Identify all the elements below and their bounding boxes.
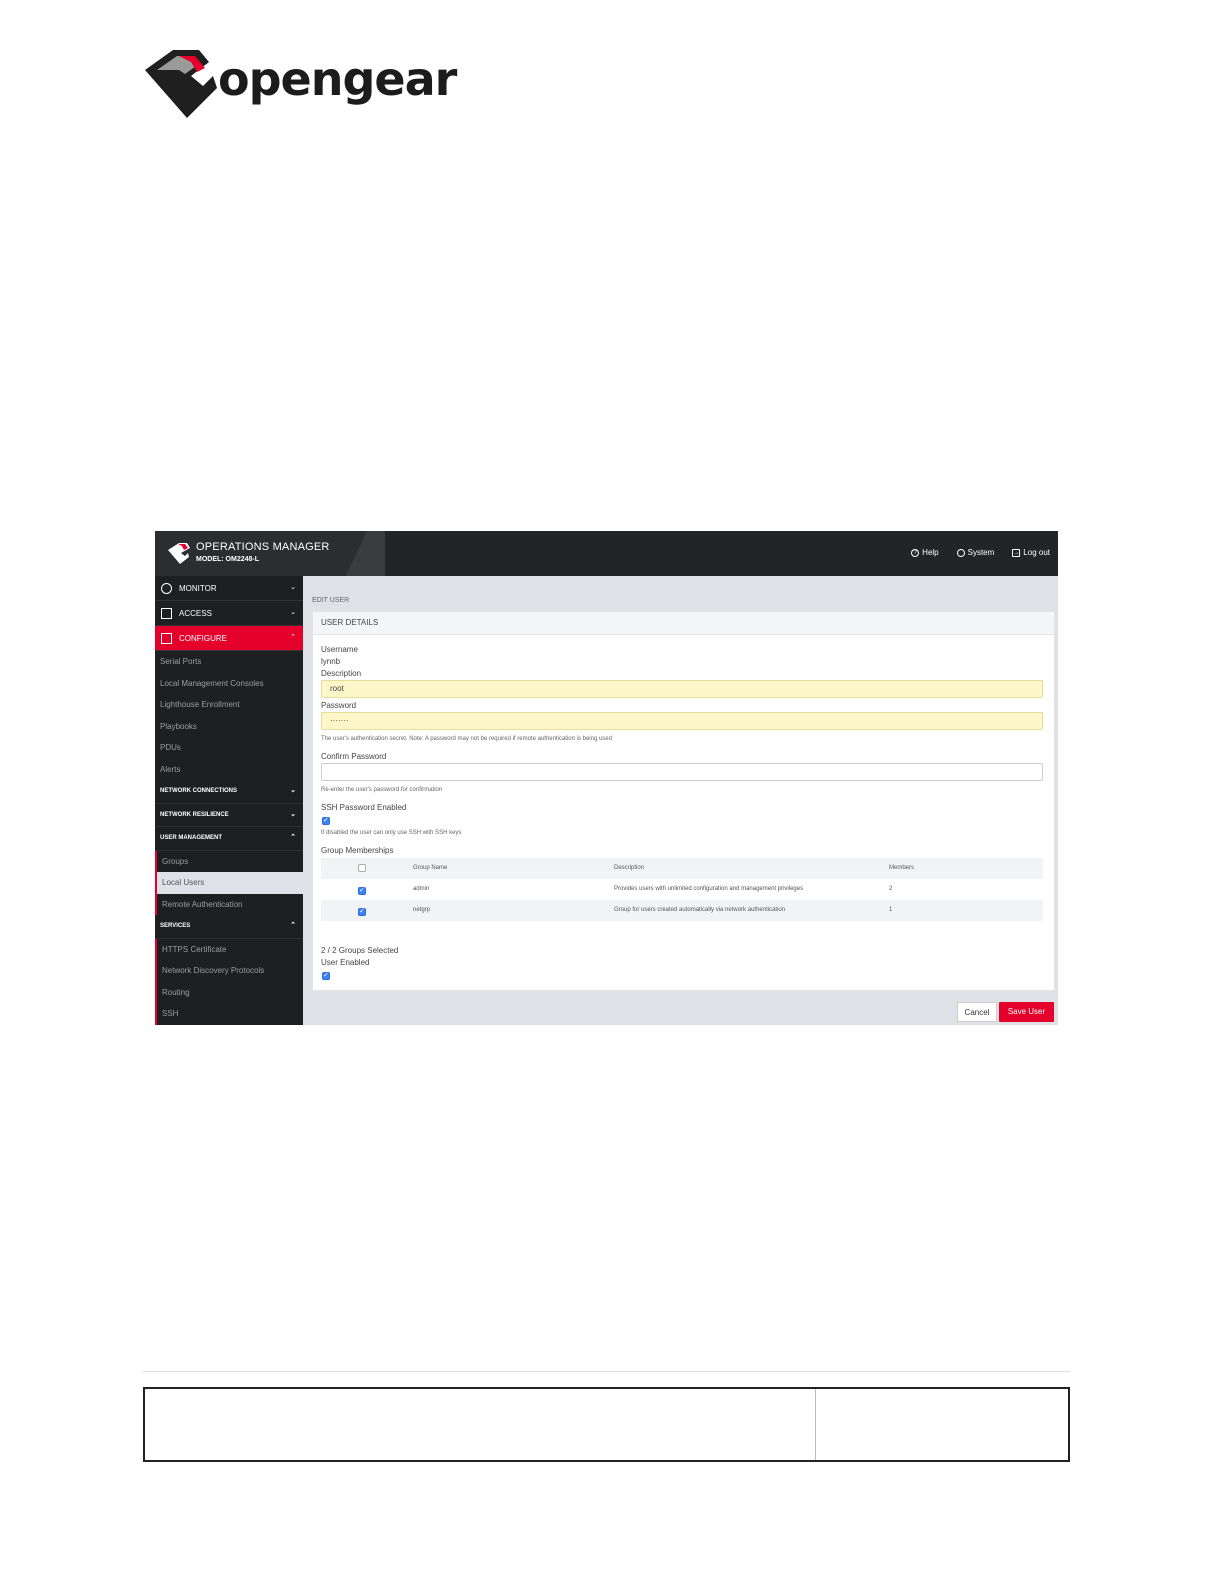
- logo-wordmark: opengear: [218, 52, 457, 106]
- section-label: USER MANAGEMENT: [160, 835, 223, 841]
- system-link[interactable]: System: [956, 548, 995, 557]
- sidebar-label: CONFIGURE: [179, 633, 227, 643]
- app-title: OPERATIONS MANAGER: [196, 541, 330, 553]
- sidebar-item-local-users[interactable]: Local Users: [155, 872, 303, 894]
- power-icon: [956, 548, 965, 557]
- sidebar-section-services[interactable]: SERVICES ⌃: [155, 915, 303, 939]
- username-label: Username: [321, 645, 358, 654]
- sidebar-item-configure[interactable]: CONFIGURE ⌃: [155, 626, 303, 651]
- sidebar-item-local-management-consoles[interactable]: Local Management Consoles: [155, 673, 303, 695]
- section-label: NETWORK RESILIENCE: [160, 811, 229, 818]
- user-details-panel: USER DETAILS Username lynnb Description …: [312, 611, 1055, 991]
- chevron-up-icon: ⌃: [290, 634, 296, 641]
- sidebar-label: ACCESS: [179, 608, 212, 618]
- ssh-password-checkbox[interactable]: [322, 817, 330, 825]
- group-name: netgrp: [413, 907, 431, 913]
- user-enabled-label: User Enabled: [321, 958, 370, 967]
- top-bar: OPERATIONS MANAGER MODEL: OM2248-L ? Hel…: [155, 531, 1058, 576]
- table-header-row: Group Name Description Members: [321, 858, 1043, 879]
- select-all-checkbox[interactable]: [358, 864, 366, 872]
- group-description: Provides users with unlimited configurat…: [614, 886, 804, 892]
- sidebar-item-lighthouse-enrollment[interactable]: Lighthouse Enrollment: [155, 694, 303, 716]
- sidebar-item-https-certificate[interactable]: HTTPS Certificate: [155, 938, 303, 960]
- chevron-down-icon: ⌄: [290, 787, 296, 794]
- sidebar-item-playbooks[interactable]: Playbooks: [155, 716, 303, 738]
- logout-label: Log out: [1023, 548, 1050, 557]
- sidebar-section-user-management[interactable]: USER MANAGEMENT ⌃: [155, 827, 303, 851]
- help-link[interactable]: ? Help: [911, 548, 939, 557]
- sidebar-item-access[interactable]: ACCESS ⌄: [155, 601, 303, 626]
- description-label: Description: [321, 669, 362, 678]
- column-header-members: Members: [889, 865, 915, 871]
- help-label: Help: [922, 548, 939, 557]
- ssh-password-hint: If disabled the user can only use SSH wi…: [321, 830, 462, 836]
- sidebar-item-groups[interactable]: Groups: [155, 850, 303, 872]
- sidebar-section-network-connections[interactable]: NETWORK CONNECTIONS ⌄: [155, 780, 303, 804]
- chevron-down-icon: ⌄: [290, 609, 296, 616]
- monitor-icon: [161, 632, 172, 644]
- group-description: Group for users created automatically vi…: [614, 907, 786, 913]
- footer-divider: [815, 1389, 816, 1460]
- gauge-icon: [161, 582, 172, 594]
- sidebar-item-routing[interactable]: Routing: [155, 981, 303, 1003]
- group-memberships-label: Group Memberships: [321, 846, 394, 855]
- sidebar-item-pdus[interactable]: PDUs: [155, 737, 303, 759]
- chevron-up-icon: ⌃: [290, 922, 296, 929]
- logout-link[interactable]: → Log out: [1012, 548, 1050, 557]
- breadcrumb: EDIT USER: [312, 597, 350, 604]
- group-members: 1: [889, 907, 893, 913]
- sidebar-item-monitor[interactable]: MONITOR ⌄: [155, 576, 303, 601]
- save-user-button[interactable]: Save User: [999, 1002, 1054, 1022]
- group-memberships-table: Group Name Description Members admin Pro…: [321, 858, 1043, 921]
- sidebar-item-remote-authentication[interactable]: Remote Authentication: [155, 893, 303, 915]
- password-label: Password: [321, 701, 357, 710]
- sidebar-label: MONITOR: [179, 583, 217, 593]
- groups-selected-count: 2 / 2 Groups Selected: [321, 946, 399, 955]
- column-header-description: Description: [614, 865, 645, 871]
- sidebar-item-serial-ports[interactable]: Serial Ports: [155, 651, 303, 673]
- group-checkbox-netgrp[interactable]: [358, 908, 366, 916]
- column-header-group-name: Group Name: [413, 865, 448, 871]
- username-value: lynnb: [321, 657, 341, 666]
- confirm-password-hint: Re-enter the user's password for confirm…: [321, 787, 443, 793]
- chevron-down-icon: ⌄: [290, 584, 296, 591]
- table-row[interactable]: netgrp Group for users created automatic…: [321, 900, 1043, 921]
- password-field[interactable]: ·······: [321, 712, 1043, 730]
- sidebar: MONITOR ⌄ ACCESS ⌄ CONFIGURE ⌃ Serial Po…: [155, 576, 303, 1025]
- ssh-password-label: SSH Password Enabled: [321, 803, 407, 812]
- cancel-button[interactable]: Cancel: [957, 1002, 997, 1022]
- group-members: 2: [889, 886, 893, 892]
- model-label: MODEL: OM2248-L: [196, 556, 260, 563]
- description-field[interactable]: root: [321, 680, 1043, 698]
- logout-icon: →: [1012, 548, 1021, 557]
- group-name: admin: [413, 886, 430, 892]
- user-enabled-checkbox[interactable]: [322, 972, 330, 980]
- group-checkbox-admin[interactable]: [358, 887, 366, 895]
- panel-title: USER DETAILS: [313, 612, 1054, 635]
- section-label: SERVICES: [160, 923, 191, 929]
- footer-box: [143, 1387, 1070, 1462]
- sidebar-item-network-discovery-protocols[interactable]: Network Discovery Protocols: [155, 960, 303, 982]
- sidebar-item-alerts[interactable]: Alerts: [155, 759, 303, 781]
- password-hint: The user's authentication secret. Note: …: [321, 736, 612, 742]
- system-label: System: [967, 548, 995, 557]
- operations-manager-screenshot: OPERATIONS MANAGER MODEL: OM2248-L ? Hel…: [155, 531, 1058, 1025]
- header-links: ? Help System → Log out: [911, 548, 1050, 557]
- confirm-password-label: Confirm Password: [321, 752, 387, 761]
- chevron-down-icon: ⌄: [290, 810, 296, 818]
- app-logo-icon: [168, 543, 190, 564]
- section-label: NETWORK CONNECTIONS: [160, 788, 237, 794]
- confirm-password-field[interactable]: [321, 763, 1043, 781]
- door-icon: [161, 607, 172, 619]
- sidebar-item-ssh[interactable]: SSH: [155, 1003, 303, 1025]
- sidebar-section-network-resilience[interactable]: NETWORK RESILIENCE ⌄: [155, 804, 303, 827]
- table-row[interactable]: admin Provides users with unlimited conf…: [321, 879, 1043, 900]
- help-icon: ?: [911, 548, 920, 557]
- footer-rule: [143, 1371, 1070, 1372]
- chevron-up-icon: ⌃: [290, 834, 296, 841]
